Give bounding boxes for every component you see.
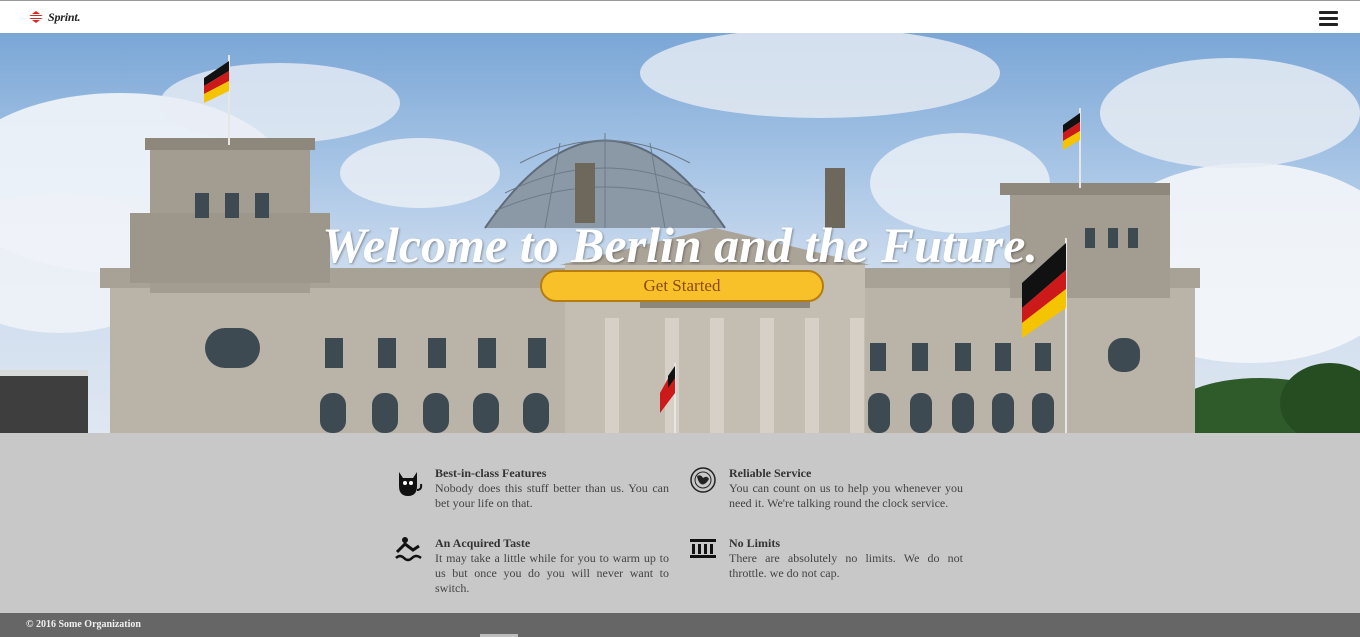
sprint-logo-icon [26,11,46,23]
cat-icon [399,472,423,496]
bank-icon [690,539,716,558]
page-footer: © 2016 Some Organization [0,613,1360,637]
copyright-text: © 2016 Some Organization [26,619,141,630]
get-started-button[interactable]: Get Started [540,270,824,302]
globe-icon [690,467,716,493]
brand-logo[interactable]: Sprint. [26,8,80,26]
feature-title: Best-in-class Features [435,466,547,480]
feature-title: No Limits [729,536,780,550]
hero-banner: Welcome to Berlin and the Future. Get St… [0,33,1360,433]
feature-description: Nobody does this stuff better than us. Y… [435,481,669,510]
feature-description: You can count on us to help you whenever… [729,481,963,510]
swimmer-icon [395,537,422,562]
feature-title: Reliable Service [729,466,812,480]
features-section: Best-in-class Features Nobody does this … [0,433,1360,613]
top-navbar: Sprint. [0,0,1360,33]
hero-headline: Welcome to Berlin and the Future. [322,217,1038,273]
feature-description: There are absolutely no limits. We do no… [729,551,963,580]
brand-logo-text: Sprint. [48,9,81,24]
hamburger-menu-icon[interactable] [1319,11,1338,26]
feature-title: An Acquired Taste [435,536,531,550]
feature-description: It may take a little while for you to wa… [435,551,669,595]
